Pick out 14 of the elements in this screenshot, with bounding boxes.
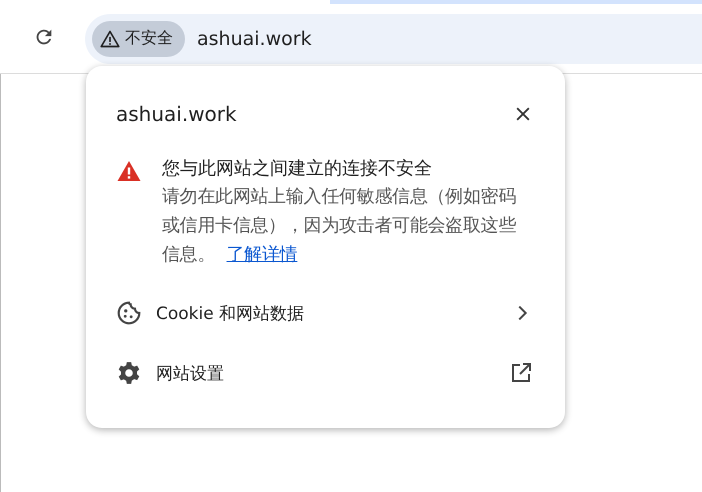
popup-title: ashuai.work [116,102,237,126]
gear-icon [116,360,142,386]
external-link-icon [509,361,533,385]
learn-more-link[interactable]: 了解详情 [226,244,298,265]
cookie-icon [116,300,142,326]
warning-icon [116,159,142,183]
cookies-menu-item[interactable]: Cookie 和网站数据 [116,283,533,343]
warning-icon [100,28,120,48]
address-bar[interactable]: 不安全 ashuai.work [85,14,702,64]
warning-heading: 您与此网站之间建立的连接不安全 [162,157,433,181]
url-text: ashuai.work [197,28,312,50]
site-settings-menu-item[interactable]: 网站设置 [116,343,533,403]
warning-text: 请勿在此网站上输入任何敏感信息（例如密码或信用卡信息），因为攻击者可能会盗取这些信息。 了解详情 [162,185,518,267]
security-chip[interactable]: 不安全 [92,20,185,56]
